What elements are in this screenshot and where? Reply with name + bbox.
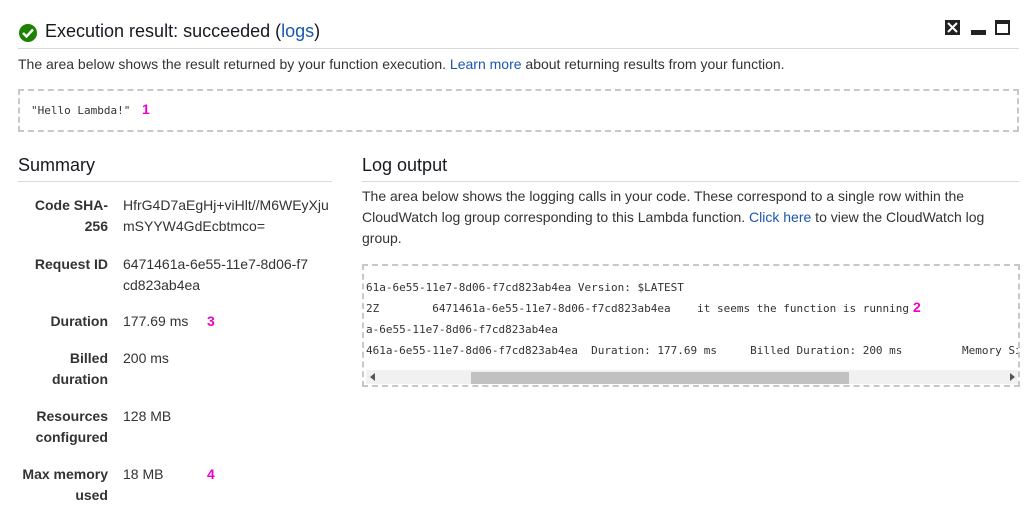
duration-label: Duration [50, 313, 108, 329]
log-line: a-6e55-11e7-8d06-f7cd823ab4ea [366, 323, 559, 336]
intro-after: about returning results from your functi… [521, 56, 785, 72]
summary-divider [18, 181, 332, 182]
intro-text: The area below shows the result returned… [18, 56, 785, 72]
success-check-icon [19, 24, 37, 42]
log-output-title: Log output [362, 155, 448, 175]
scroll-left-icon[interactable] [370, 373, 375, 381]
log-line: 461a-6e55-11e7-8d06-f7cd823ab4ea Duratio… [366, 344, 1020, 357]
marker-1: 1 [142, 101, 150, 117]
log-line: 2Z 6471461a-6e55-11e7-8d06-f7cd823ab4ea … [366, 302, 910, 315]
logs-link[interactable]: logs [281, 21, 314, 41]
log-output-box[interactable]: 61a-6e55-11e7-8d06-f7cd823ab4ea Version:… [362, 264, 1020, 387]
log-divider [362, 181, 1019, 182]
execution-result-title: Execution result: succeeded (logs) [45, 21, 320, 42]
scroll-thumb[interactable] [471, 372, 849, 384]
log-description: The area below shows the logging calls i… [362, 186, 1002, 249]
summary-title: Summary [18, 155, 96, 175]
title-text: Execution result: succeeded ( [45, 21, 282, 41]
billed-duration-value: 200 ms [123, 350, 169, 366]
title-suffix: ) [314, 21, 321, 41]
click-here-link[interactable]: Click here [749, 209, 811, 225]
learn-more-link[interactable]: Learn more [450, 56, 522, 72]
duration-value: 177.69 ms [123, 313, 189, 329]
billed-duration-label: Billed duration [52, 350, 108, 387]
horizontal-scrollbar[interactable] [366, 370, 1018, 384]
maximize-icon[interactable] [995, 20, 1010, 35]
resources-configured-label: Resources configured [35, 408, 108, 445]
code-sha-value: HfrG4D7aEgHj+viHlt//M6WEyXjumSYYW4GdEcbt… [123, 197, 329, 234]
max-memory-value: 18 MB [123, 466, 164, 482]
result-text: "Hello Lambda!" [31, 104, 131, 117]
request-id-label: Request ID [34, 256, 108, 272]
marker-2: 2 [913, 299, 921, 315]
minimize-icon[interactable] [971, 20, 986, 35]
resources-configured-value: 128 MB [123, 408, 172, 424]
close-icon[interactable] [945, 20, 960, 35]
scroll-right-icon[interactable] [1010, 373, 1015, 381]
header-divider [18, 48, 1019, 49]
intro-before: The area below shows the result returned… [18, 56, 450, 72]
request-id-value: 6471461a-6e55-11e7-8d06-f7cd823ab4ea [123, 256, 309, 293]
code-sha-label: Code SHA-256 [34, 197, 108, 234]
marker-3: 3 [207, 313, 215, 329]
marker-4: 4 [207, 466, 215, 482]
result-output-box: "Hello Lambda!" 1 [18, 89, 1019, 132]
max-memory-label: Max memory used [22, 466, 108, 503]
log-line: 61a-6e55-11e7-8d06-f7cd823ab4ea Version:… [366, 281, 684, 294]
